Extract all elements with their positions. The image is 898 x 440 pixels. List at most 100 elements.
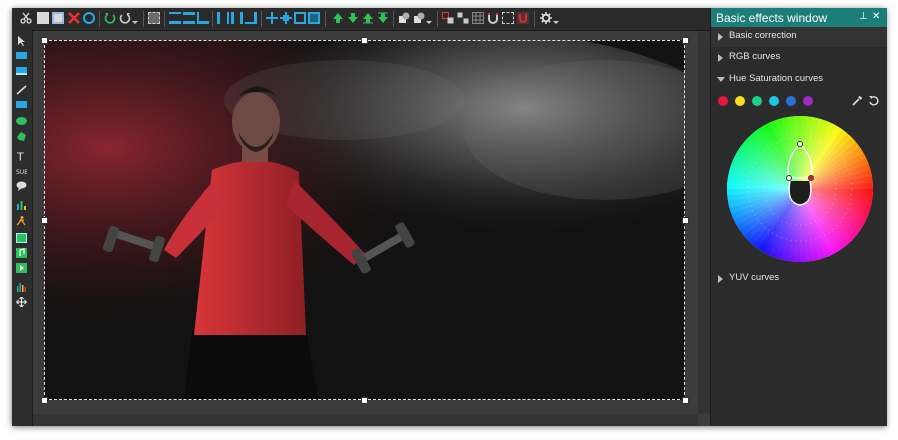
swatch-blue[interactable]: [786, 96, 796, 106]
effects-panel: Basic effects window ⊥ ✕ Basic correctio…: [710, 8, 887, 426]
hue-wheel[interactable]: [726, 115, 874, 263]
align-left-icon[interactable]: [217, 12, 229, 24]
shape-options-icon[interactable]: [413, 12, 425, 24]
editor-window: T SUB Basic effects window ⊥ ✕ Basic cor…: [12, 8, 887, 426]
fit-icon[interactable]: [294, 12, 306, 24]
redo-icon[interactable]: [119, 12, 131, 24]
send-to-back-icon[interactable]: [347, 12, 359, 24]
close-icon[interactable]: ✕: [872, 11, 880, 22]
undo-icon[interactable]: [104, 12, 116, 24]
resize-handle[interactable]: [682, 37, 689, 44]
pin-icon[interactable]: ⊥: [859, 11, 868, 22]
section-basic-correction[interactable]: Basic correction: [711, 27, 887, 47]
panel-title-bar: Basic effects window ⊥ ✕: [711, 8, 887, 28]
record-icon[interactable]: [83, 12, 95, 24]
pointer-icon[interactable]: [16, 36, 27, 46]
section-rgb-curves[interactable]: RGB curves: [711, 48, 887, 68]
select-all-icon[interactable]: [148, 12, 160, 24]
align-bottom-icon[interactable]: [197, 12, 209, 24]
send-backward-icon[interactable]: [377, 12, 389, 24]
hue-curve-region[interactable]: [788, 180, 812, 206]
resize-handle[interactable]: [682, 397, 689, 404]
redo-dropdown-icon[interactable]: [132, 21, 138, 24]
line-icon[interactable]: [16, 85, 27, 95]
fill-icon[interactable]: [308, 12, 320, 24]
toolbar-separator: [164, 11, 165, 27]
ungroup-icon[interactable]: [457, 12, 469, 24]
chevron-down-icon: [717, 77, 725, 82]
center-icon[interactable]: [266, 12, 278, 24]
cut-icon[interactable]: [20, 12, 32, 24]
chevron-right-icon: [718, 54, 723, 62]
audio-icon[interactable]: [16, 248, 27, 258]
animation-icon[interactable]: [16, 216, 27, 226]
video-preview[interactable]: [44, 40, 685, 400]
move-icon[interactable]: [280, 12, 292, 24]
gear-icon[interactable]: [540, 12, 552, 24]
resize-handle[interactable]: [361, 397, 368, 404]
toolbar-separator: [534, 11, 535, 27]
photo-fitness-man: [44, 40, 685, 400]
group-icon[interactable]: [442, 12, 454, 24]
section-label: Basic correction: [729, 30, 797, 41]
resize-handle[interactable]: [41, 397, 48, 404]
image-icon[interactable]: [16, 233, 27, 243]
resize-handle[interactable]: [41, 37, 48, 44]
canvas-area[interactable]: [33, 31, 710, 426]
swatch-yellow[interactable]: [735, 96, 745, 106]
chevron-right-icon: [718, 275, 723, 283]
toolbar-separator: [261, 11, 262, 27]
snap-icon[interactable]: [517, 12, 529, 24]
delete-icon[interactable]: [68, 12, 80, 24]
copy-icon[interactable]: [37, 12, 49, 24]
curve-point[interactable]: [786, 175, 792, 181]
settings-dropdown-icon[interactable]: [553, 21, 559, 24]
resize-handle[interactable]: [361, 37, 368, 44]
section-yuv-curves[interactable]: YUV curves: [711, 269, 887, 289]
speech-bubble-icon[interactable]: [16, 181, 27, 191]
grid-icon[interactable]: [472, 12, 484, 24]
swatch-red[interactable]: [718, 96, 728, 106]
paste-icon[interactable]: [52, 12, 64, 24]
shape-icon[interactable]: [398, 12, 410, 24]
ellipse-icon[interactable]: [16, 117, 27, 125]
swatch-magenta[interactable]: [803, 96, 813, 106]
svg-text:SUB: SUB: [16, 169, 27, 176]
video-icon[interactable]: [16, 263, 27, 273]
curve-point[interactable]: [797, 141, 803, 147]
bring-forward-icon[interactable]: [362, 12, 374, 24]
align-center-icon[interactable]: [231, 12, 243, 24]
text-box-icon[interactable]: [16, 52, 27, 59]
tools-sidebar: T SUB: [12, 30, 33, 426]
text-icon[interactable]: T: [16, 151, 27, 161]
eyedropper-icon[interactable]: [851, 95, 863, 107]
align-middle-icon[interactable]: [183, 12, 195, 24]
section-hue-saturation-curves[interactable]: Hue Saturation curves: [711, 70, 887, 90]
subtitles-icon[interactable]: SUB: [16, 166, 27, 176]
align-right-icon[interactable]: [245, 12, 257, 24]
swatch-green[interactable]: [752, 96, 762, 106]
resize-handle[interactable]: [41, 217, 48, 224]
horizontal-scrollbar[interactable]: [33, 414, 698, 426]
swatch-cyan[interactable]: [769, 96, 779, 106]
curve-point[interactable]: [808, 175, 814, 181]
magnet-icon[interactable]: [487, 12, 499, 24]
reset-icon[interactable]: [868, 95, 880, 107]
section-label: RGB curves: [729, 51, 781, 62]
crop-icon[interactable]: [502, 12, 514, 24]
shape-dropdown-icon[interactable]: [426, 21, 432, 24]
freeform-icon[interactable]: [16, 132, 27, 142]
resize-handle[interactable]: [682, 217, 689, 224]
rectangle-icon[interactable]: [16, 101, 27, 108]
move-all-icon[interactable]: [16, 297, 27, 307]
subtitle-box-icon[interactable]: [16, 67, 27, 75]
chart-icon[interactable]: [16, 200, 27, 210]
vertical-scrollbar[interactable]: [698, 31, 710, 414]
svg-text:T: T: [16, 151, 24, 161]
bring-to-front-icon[interactable]: [332, 12, 344, 24]
toolbar-separator: [143, 11, 144, 27]
toolbar-separator: [393, 11, 394, 27]
toolbar-separator: [99, 11, 100, 27]
equalizer-icon[interactable]: [16, 282, 27, 292]
align-top-icon[interactable]: [169, 12, 181, 24]
